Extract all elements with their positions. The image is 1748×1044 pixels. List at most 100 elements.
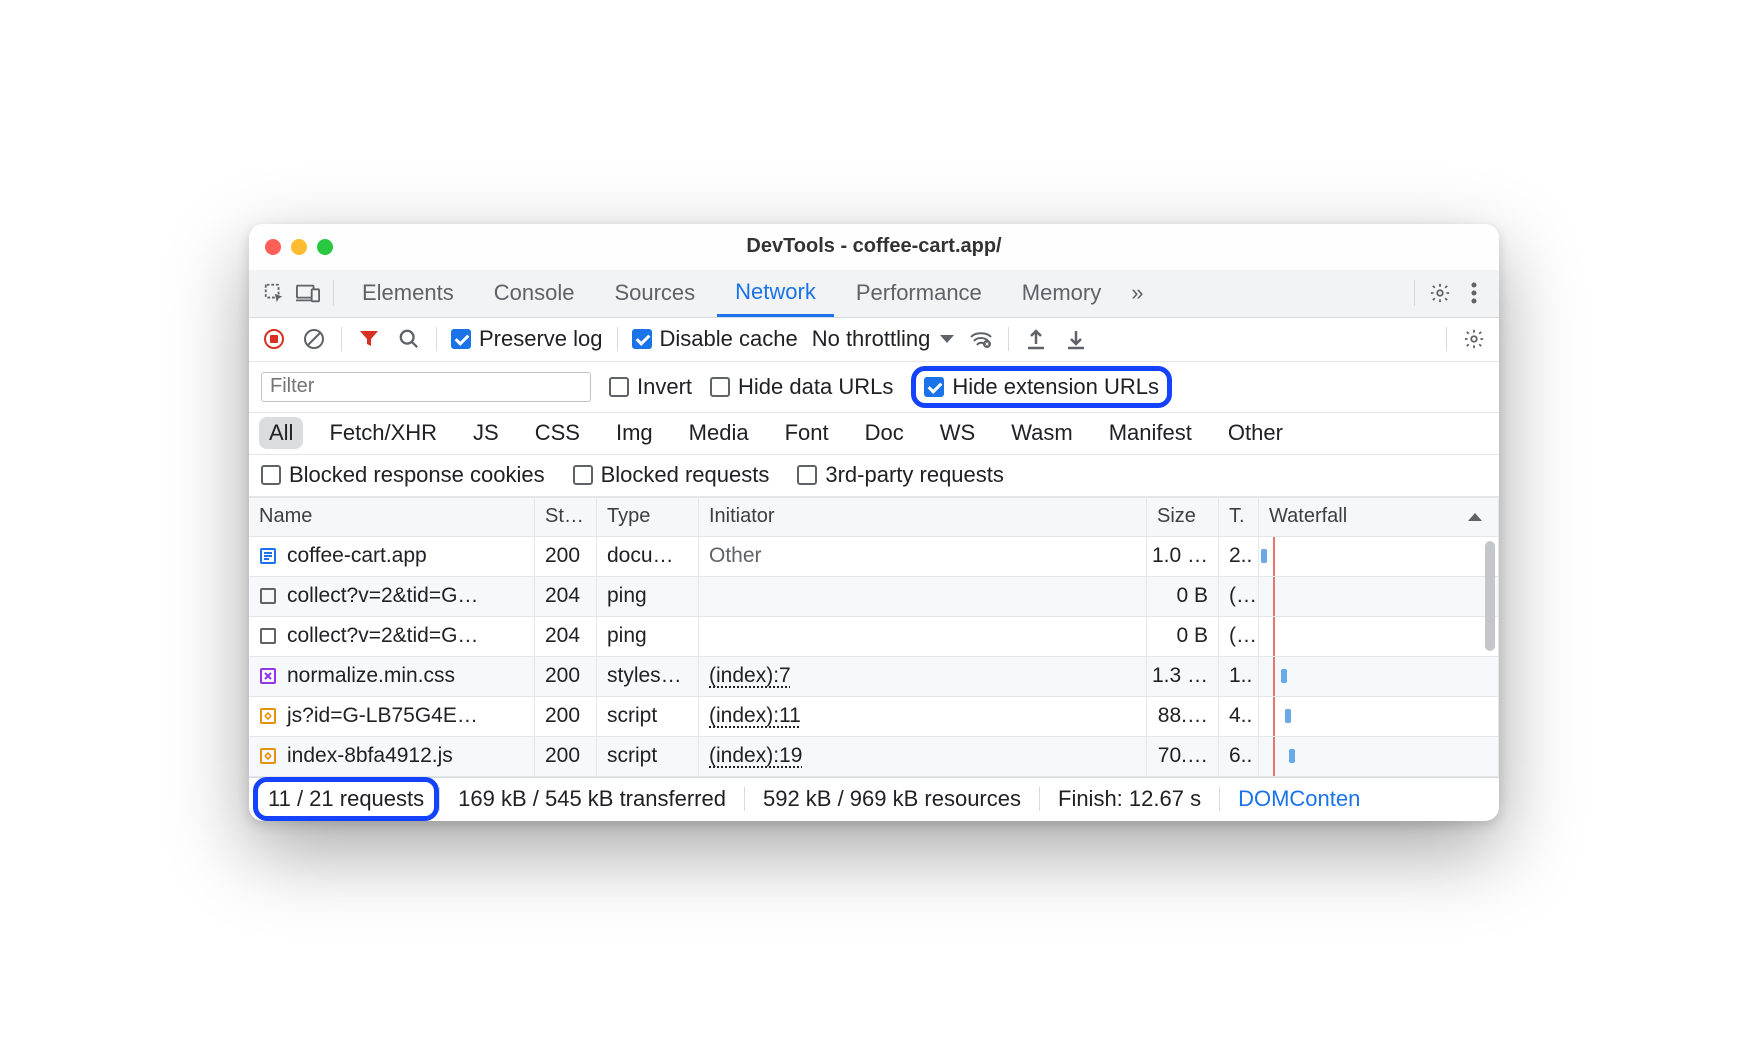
col-size[interactable]: Size [1147,498,1219,536]
preserve-log-label: Preserve log [479,326,603,352]
cell-type: ping [597,577,699,616]
cell-status: 200 [535,737,597,776]
table-row[interactable]: collect?v=2&tid=G…204ping0 B(… [249,617,1499,657]
filter-bar: Invert Hide data URLs Hide extension URL… [249,362,1499,413]
cell-initiator: Other [699,537,1147,576]
type-font[interactable]: Font [775,417,839,449]
cell-type: script [597,737,699,776]
type-other[interactable]: Other [1218,417,1293,449]
more-tabs-button[interactable]: » [1123,270,1151,317]
initiator-link[interactable]: (index):7 [709,664,791,688]
filter-input[interactable] [261,372,591,402]
cell-status: 204 [535,617,597,656]
throttling-select[interactable]: No throttling [812,326,955,352]
checkbox-icon [797,465,817,485]
table-row[interactable]: collect?v=2&tid=G…204ping0 B(… [249,577,1499,617]
hide-ext-label: Hide extension URLs [952,374,1159,400]
tab-sources[interactable]: Sources [596,270,713,317]
initiator-link[interactable]: (index):19 [709,744,802,768]
status-bar: 11 / 21 requests 169 kB / 545 kB transfe… [249,777,1499,821]
type-js[interactable]: JS [463,417,509,449]
type-fetch-xhr[interactable]: Fetch/XHR [319,417,447,449]
type-wasm[interactable]: Wasm [1001,417,1083,449]
kebab-menu-icon[interactable] [1459,278,1489,308]
type-media[interactable]: Media [679,417,759,449]
tab-elements[interactable]: Elements [344,270,472,317]
type-img[interactable]: Img [606,417,663,449]
blocked-requests-checkbox[interactable]: Blocked requests [573,462,770,488]
third-party-label: 3rd-party requests [825,462,1004,488]
table-row[interactable]: js?id=G-LB75G4E…200script(index):1188.…4… [249,697,1499,737]
maximize-window-button[interactable] [317,239,333,255]
cell-waterfall [1259,697,1499,736]
tab-console[interactable]: Console [476,270,593,317]
blocked-cookies-checkbox[interactable]: Blocked response cookies [261,462,545,488]
third-party-checkbox[interactable]: 3rd-party requests [797,462,1004,488]
close-window-button[interactable] [265,239,281,255]
checkbox-icon [261,465,281,485]
cell-time: 2.. [1219,537,1259,576]
throttling-label: No throttling [812,326,931,352]
tab-network[interactable]: Network [717,270,834,317]
network-conditions-icon[interactable] [968,326,994,352]
preserve-log-checkbox[interactable]: Preserve log [451,326,603,352]
request-name: normalize.min.css [287,664,455,688]
cell-name: collect?v=2&tid=G… [249,577,535,616]
hide-data-label: Hide data URLs [738,374,893,400]
col-waterfall[interactable]: Waterfall [1259,498,1499,536]
col-time[interactable]: T. [1219,498,1259,536]
cell-time: 6.. [1219,737,1259,776]
js-file-icon [259,747,277,765]
cell-waterfall [1259,537,1499,576]
hide-data-urls-checkbox[interactable]: Hide data URLs [710,374,893,400]
record-button[interactable] [261,326,287,352]
resources-size: 592 kB / 969 kB resources [745,786,1039,812]
type-doc[interactable]: Doc [855,417,914,449]
table-row[interactable]: coffee-cart.app200docu…Other1.0 …2.. [249,537,1499,577]
clear-button[interactable] [301,326,327,352]
table-row[interactable]: normalize.min.css200styles…(index):71.3 … [249,657,1499,697]
tab-memory[interactable]: Memory [1004,270,1119,317]
cell-initiator [699,617,1147,656]
js-file-icon [259,707,277,725]
cell-name: js?id=G-LB75G4E… [249,697,535,736]
col-status[interactable]: St… [535,498,597,536]
separator [341,327,342,351]
checkbox-icon [609,377,629,397]
tab-performance[interactable]: Performance [838,270,1000,317]
sort-ascending-icon [1468,513,1482,521]
filter-icon[interactable] [356,326,382,352]
css-file-icon [259,667,277,685]
request-name: index-8bfa4912.js [287,744,453,768]
checkbox-icon [924,377,944,397]
device-toolbar-icon[interactable] [293,278,323,308]
cell-time: 4.. [1219,697,1259,736]
initiator-link[interactable]: (index):11 [709,704,801,728]
disable-cache-checkbox[interactable]: Disable cache [632,326,798,352]
hide-extension-urls-checkbox[interactable]: Hide extension URLs [924,374,1159,400]
col-type[interactable]: Type [597,498,699,536]
cell-size: 0 B [1147,577,1219,616]
minimize-window-button[interactable] [291,239,307,255]
col-name[interactable]: Name [249,498,535,536]
separator [617,327,618,351]
search-icon[interactable] [396,326,422,352]
type-ws[interactable]: WS [930,417,985,449]
network-settings-icon[interactable] [1461,326,1487,352]
checkbox-icon [451,329,471,349]
type-all[interactable]: All [259,417,303,449]
import-har-icon[interactable] [1063,326,1089,352]
ping-file-icon [259,587,277,605]
table-row[interactable]: index-8bfa4912.js200script(index):1970.…… [249,737,1499,777]
inspect-element-icon[interactable] [259,278,289,308]
col-initiator[interactable]: Initiator [699,498,1147,536]
cell-initiator: (index):11 [699,697,1147,736]
extra-filter-bar: Blocked response cookies Blocked request… [249,455,1499,497]
export-har-icon[interactable] [1023,326,1049,352]
type-css[interactable]: CSS [525,417,590,449]
type-manifest[interactable]: Manifest [1099,417,1202,449]
settings-icon[interactable] [1425,278,1455,308]
initiator-link: Other [709,544,762,568]
cell-waterfall [1259,617,1499,656]
invert-checkbox[interactable]: Invert [609,374,692,400]
